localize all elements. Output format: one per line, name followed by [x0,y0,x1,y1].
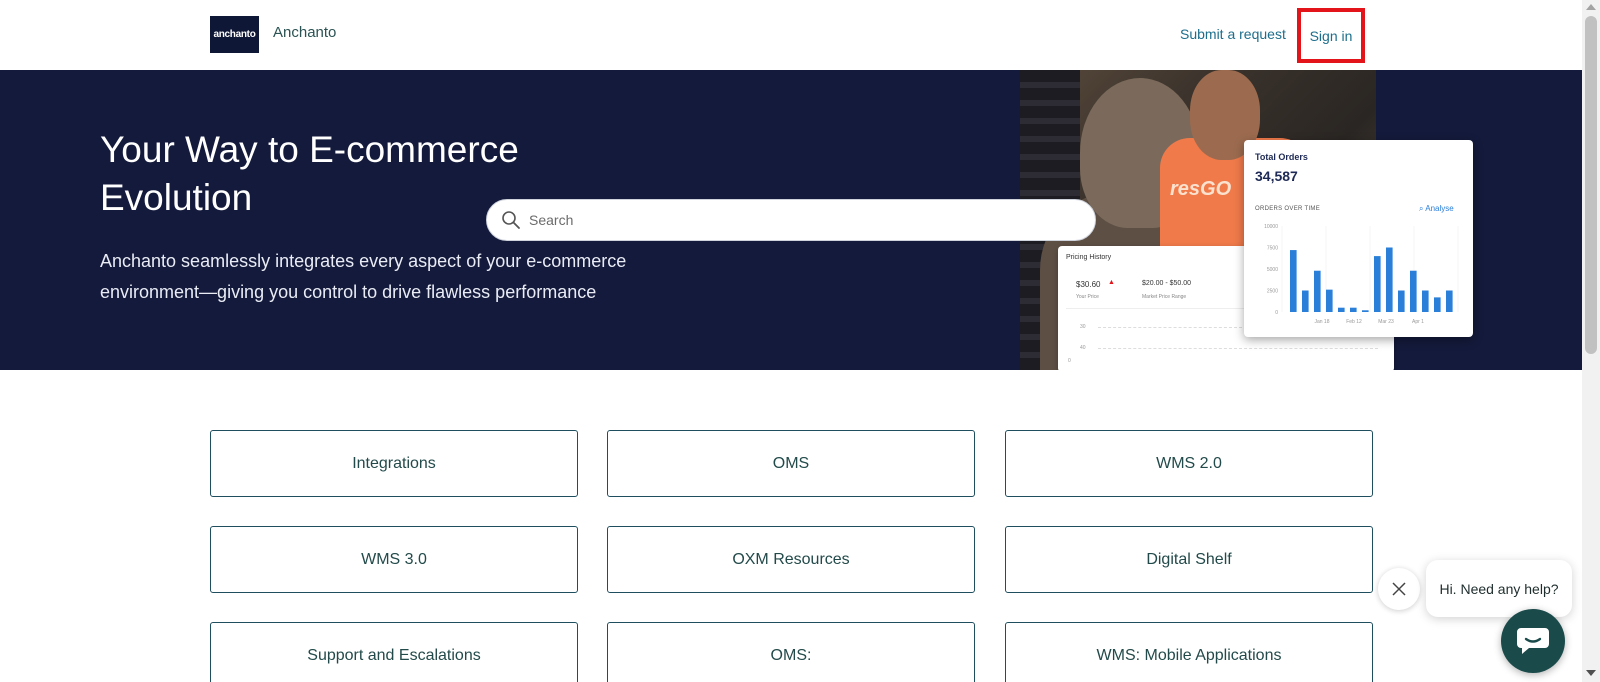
y-tick-label: 2500 [1267,289,1278,295]
chat-greeting-bubble[interactable]: Hi. Need any help? [1426,560,1572,617]
category-wms-3[interactable]: WMS 3.0 [210,526,578,593]
search-bar[interactable] [486,199,1096,241]
x-tick-label: Feb 12 [1346,319,1362,325]
category-wms-2[interactable]: WMS 2.0 [1005,430,1373,497]
gridline [1098,348,1378,349]
x-tick-label: Mar 23 [1378,319,1394,325]
chart-bar [1386,247,1393,312]
category-wms-mobile-apps[interactable]: WMS: Mobile Applications [1005,622,1373,682]
page-scrollbar[interactable] [1582,0,1600,682]
analyse-link: ⌕ Analyse [1419,204,1454,214]
chart-bar [1302,290,1309,312]
scroll-down-arrow-icon[interactable] [1586,670,1596,676]
chat-close-button[interactable] [1378,568,1420,610]
pricing-axis-label: 30 [1080,324,1086,330]
y-tick-label: 0 [1275,310,1278,316]
search-input[interactable] [529,212,1069,228]
y-tick-label: 7500 [1267,246,1278,252]
x-tick-label: Apr 1 [1412,319,1424,325]
logo-text: anchanto [213,29,256,40]
scroll-up-arrow-icon[interactable] [1586,4,1596,10]
category-oms[interactable]: OMS [607,430,975,497]
chart-bar [1422,290,1429,312]
chart-bar [1314,270,1321,312]
chart-bar [1350,307,1357,312]
magnifier-icon: ⌕ [1419,204,1424,213]
pricing-axis-label: 40 [1080,345,1086,351]
chart-bar [1410,270,1417,312]
chart-bar [1338,307,1345,312]
x-tick-label: Jan 18 [1314,319,1329,325]
chart-bar [1446,290,1453,312]
submit-request-link[interactable]: Submit a request [1180,26,1286,42]
chat-icon [1517,628,1549,654]
orders-card-subtitle: ORDERS OVER TIME [1255,206,1321,212]
chat-launcher-button[interactable] [1501,609,1565,673]
category-digital-shelf[interactable]: Digital Shelf [1005,526,1373,593]
y-tick-label: 10000 [1264,224,1278,230]
search-icon [502,211,520,229]
chart-bar [1398,290,1405,312]
sign-in-highlight: Sign in [1297,8,1365,63]
sign-in-link[interactable]: Sign in [1310,28,1353,44]
scroll-thumb[interactable] [1585,16,1597,354]
hero-description: Anchanto seamlessly integrates every asp… [100,251,627,302]
chart-bar [1374,256,1381,312]
category-oxm-resources[interactable]: OXM Resources [607,526,975,593]
analyse-label: Analyse [1425,204,1454,213]
brand-name[interactable]: Anchanto [273,24,336,41]
chart-bar [1326,289,1333,312]
pricing-card-range-label: Market Price Range [1142,294,1187,300]
category-oms-colon[interactable]: OMS: [607,622,975,682]
shirt-logo-text: resGO [1170,178,1232,200]
chart-bar [1290,250,1297,312]
pricing-card-title: Pricing History [1066,254,1112,261]
y-tick-label: 5000 [1267,267,1278,273]
brand-logo[interactable]: anchanto [210,16,259,53]
pricing-card-range: $20.00 - $50.00 [1142,280,1192,287]
chart-bar [1362,310,1369,312]
chat-greeting-text: Hi. Need any help? [1439,580,1559,597]
price-up-icon: ▲ [1108,279,1115,286]
orders-card-title: Total Orders [1255,152,1308,162]
pricing-card-price: $30.60 [1076,280,1101,289]
total-orders-card: Total Orders 34,587 ORDERS OVER TIME ⌕ A… [1244,140,1473,337]
hero-banner: Your Way to E-commerce Evolution Anchant… [0,70,1582,370]
orders-card-value: 34,587 [1255,168,1298,184]
category-support-escalations[interactable]: Support and Escalations [210,622,578,682]
pricing-axis-label: 0 [1068,358,1071,364]
site-header: anchanto Anchanto Submit a request Sign … [0,0,1582,70]
pricing-card-price-label: Your Price [1076,294,1099,300]
chart-bar [1434,297,1441,312]
orders-bar-chart: 10000 7500 5000 2500 0 Jan 18 Feb 12 Mar 23 Apr … [1264,224,1459,325]
close-icon [1392,582,1406,596]
category-integrations[interactable]: Integrations [210,430,578,497]
